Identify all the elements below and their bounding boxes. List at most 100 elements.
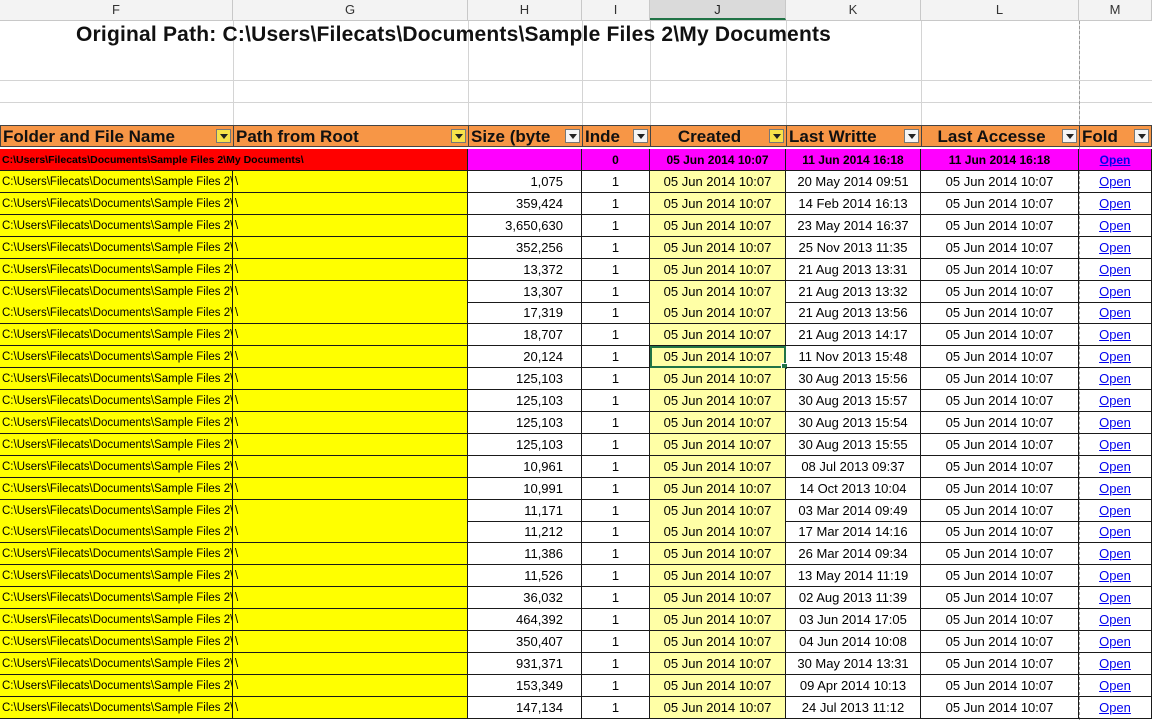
column-header-g[interactable]: G (233, 0, 468, 20)
index-cell[interactable]: 1 (582, 411, 650, 434)
open-folder-link[interactable]: Open (1099, 196, 1131, 211)
written-cell[interactable]: 30 Aug 2013 15:54 (786, 411, 921, 434)
path-cell[interactable]: \ (233, 302, 468, 325)
open-folder-link[interactable]: Open (1099, 415, 1131, 430)
open-folder-link[interactable]: Open (1099, 174, 1131, 189)
root-folder-name-cell[interactable]: C:\Users\Filecats\Documents\Sample Files… (0, 149, 468, 171)
accessed-cell[interactable]: 05 Jun 2014 10:07 (921, 477, 1079, 500)
path-cell[interactable]: \ (233, 258, 468, 281)
index-cell[interactable]: 1 (582, 258, 650, 281)
table-row[interactable]: C:\Users\Filecats\Documents\Sample Files… (0, 674, 1152, 697)
open-folder-link[interactable]: Open (1099, 240, 1131, 255)
written-cell[interactable]: 14 Feb 2014 16:13 (786, 192, 921, 215)
name-cell[interactable]: C:\Users\Filecats\Documents\Sample Files… (0, 652, 233, 675)
accessed-cell[interactable]: 05 Jun 2014 10:07 (921, 455, 1079, 478)
link-cell[interactable]: Open (1079, 696, 1152, 719)
size-cell[interactable]: 10,961 (468, 455, 582, 478)
table-row[interactable]: C:\Users\Filecats\Documents\Sample Files… (0, 696, 1152, 719)
index-cell[interactable]: 1 (582, 565, 650, 588)
name-cell[interactable]: C:\Users\Filecats\Documents\Sample Files… (0, 696, 233, 719)
size-cell[interactable]: 1,075 (468, 171, 582, 193)
link-cell[interactable]: Open (1079, 433, 1152, 456)
header-folder-file-name[interactable]: Folder and File Name (0, 125, 234, 147)
table-row[interactable]: C:\Users\Filecats\Documents\Sample Files… (0, 652, 1152, 675)
size-cell[interactable]: 13,372 (468, 258, 582, 281)
size-cell[interactable]: 147,134 (468, 696, 582, 719)
link-cell[interactable]: Open (1079, 258, 1152, 281)
path-cell[interactable]: \ (233, 192, 468, 215)
created-cell[interactable]: 05 Jun 2014 10:07 (650, 587, 786, 610)
size-cell[interactable]: 20,124 (468, 346, 582, 369)
open-folder-link[interactable]: Open (1100, 153, 1131, 167)
table-row[interactable]: C:\Users\Filecats\Documents\Sample Files… (0, 171, 1152, 193)
written-cell[interactable]: 21 Aug 2013 13:32 (786, 280, 921, 303)
created-cell[interactable]: 05 Jun 2014 10:07 (650, 609, 786, 631)
root-folder-row[interactable]: C:\Users\Filecats\Documents\Sample Files… (0, 149, 1152, 171)
name-cell[interactable]: C:\Users\Filecats\Documents\Sample Files… (0, 609, 233, 631)
created-cell[interactable]: 05 Jun 2014 10:07 (650, 258, 786, 281)
path-cell[interactable]: \ (233, 324, 468, 347)
created-cell[interactable]: 05 Jun 2014 10:07 (650, 630, 786, 653)
accessed-cell[interactable]: 05 Jun 2014 10:07 (921, 346, 1079, 369)
created-cell[interactable]: 05 Jun 2014 10:07 (650, 696, 786, 719)
name-cell[interactable]: C:\Users\Filecats\Documents\Sample Files… (0, 630, 233, 653)
size-cell[interactable]: 931,371 (468, 652, 582, 675)
link-cell[interactable]: Open (1079, 455, 1152, 478)
created-cell[interactable]: 05 Jun 2014 10:07 (650, 280, 786, 303)
open-folder-link[interactable]: Open (1099, 656, 1131, 671)
size-cell[interactable]: 125,103 (468, 368, 582, 391)
accessed-cell[interactable]: 05 Jun 2014 10:07 (921, 192, 1079, 215)
table-row[interactable]: C:\Users\Filecats\Documents\Sample Files… (0, 630, 1152, 653)
name-cell[interactable]: C:\Users\Filecats\Documents\Sample Files… (0, 543, 233, 566)
created-cell[interactable]: 05 Jun 2014 10:07 (650, 346, 788, 371)
table-row[interactable]: C:\Users\Filecats\Documents\Sample Files… (0, 236, 1152, 259)
link-cell[interactable]: Open (1079, 390, 1152, 412)
accessed-cell[interactable]: 05 Jun 2014 10:07 (921, 609, 1079, 631)
written-cell[interactable]: 30 May 2014 13:31 (786, 652, 921, 675)
open-folder-link[interactable]: Open (1099, 612, 1131, 627)
path-cell[interactable]: \ (233, 609, 468, 631)
filter-dropdown-icon[interactable] (633, 129, 648, 143)
name-cell[interactable]: C:\Users\Filecats\Documents\Sample Files… (0, 477, 233, 500)
name-cell[interactable]: C:\Users\Filecats\Documents\Sample Files… (0, 192, 233, 215)
table-row[interactable]: C:\Users\Filecats\Documents\Sample Files… (0, 543, 1152, 566)
size-cell[interactable]: 350,407 (468, 630, 582, 653)
size-cell[interactable]: 13,307 (468, 280, 582, 303)
link-cell[interactable]: Open (1079, 302, 1152, 325)
column-header-k[interactable]: K (786, 0, 921, 20)
written-cell[interactable]: 30 Aug 2013 15:56 (786, 368, 921, 391)
path-cell[interactable]: \ (233, 433, 468, 456)
path-cell[interactable]: \ (233, 477, 468, 500)
created-cell[interactable]: 05 Jun 2014 10:07 (650, 236, 786, 259)
created-cell[interactable]: 05 Jun 2014 10:07 (650, 455, 786, 478)
index-cell[interactable]: 1 (582, 433, 650, 456)
header-path-from-root[interactable]: Path from Root (233, 125, 469, 147)
index-cell[interactable]: 1 (582, 696, 650, 719)
index-cell[interactable]: 1 (582, 652, 650, 675)
accessed-cell[interactable]: 05 Jun 2014 10:07 (921, 258, 1079, 281)
accessed-cell[interactable]: 05 Jun 2014 10:07 (921, 214, 1079, 237)
created-cell[interactable]: 05 Jun 2014 10:07 (650, 192, 786, 215)
index-cell[interactable]: 1 (582, 587, 650, 610)
link-cell[interactable]: Open (1079, 499, 1152, 522)
root-open-link-cell[interactable]: Open (1079, 149, 1152, 171)
path-cell[interactable]: \ (233, 411, 468, 434)
link-cell[interactable]: Open (1079, 324, 1152, 347)
name-cell[interactable]: C:\Users\Filecats\Documents\Sample Files… (0, 258, 233, 281)
filter-dropdown-icon[interactable] (451, 129, 466, 143)
written-cell[interactable]: 21 Aug 2013 14:17 (786, 324, 921, 347)
written-cell[interactable]: 20 May 2014 09:51 (786, 171, 921, 193)
created-cell[interactable]: 05 Jun 2014 10:07 (650, 433, 786, 456)
written-cell[interactable]: 23 May 2014 16:37 (786, 214, 921, 237)
path-cell[interactable]: \ (233, 696, 468, 719)
open-folder-link[interactable]: Open (1099, 678, 1131, 693)
name-cell[interactable]: C:\Users\Filecats\Documents\Sample Files… (0, 368, 233, 391)
table-row[interactable]: C:\Users\Filecats\Documents\Sample Files… (0, 192, 1152, 215)
written-cell[interactable]: 30 Aug 2013 15:57 (786, 390, 921, 412)
accessed-cell[interactable]: 05 Jun 2014 10:07 (921, 236, 1079, 259)
written-cell[interactable]: 21 Aug 2013 13:56 (786, 302, 921, 325)
index-cell[interactable]: 1 (582, 302, 650, 325)
written-cell[interactable]: 11 Nov 2013 15:48 (786, 346, 921, 369)
name-cell[interactable]: C:\Users\Filecats\Documents\Sample Files… (0, 302, 233, 325)
created-cell[interactable]: 05 Jun 2014 10:07 (650, 652, 786, 675)
